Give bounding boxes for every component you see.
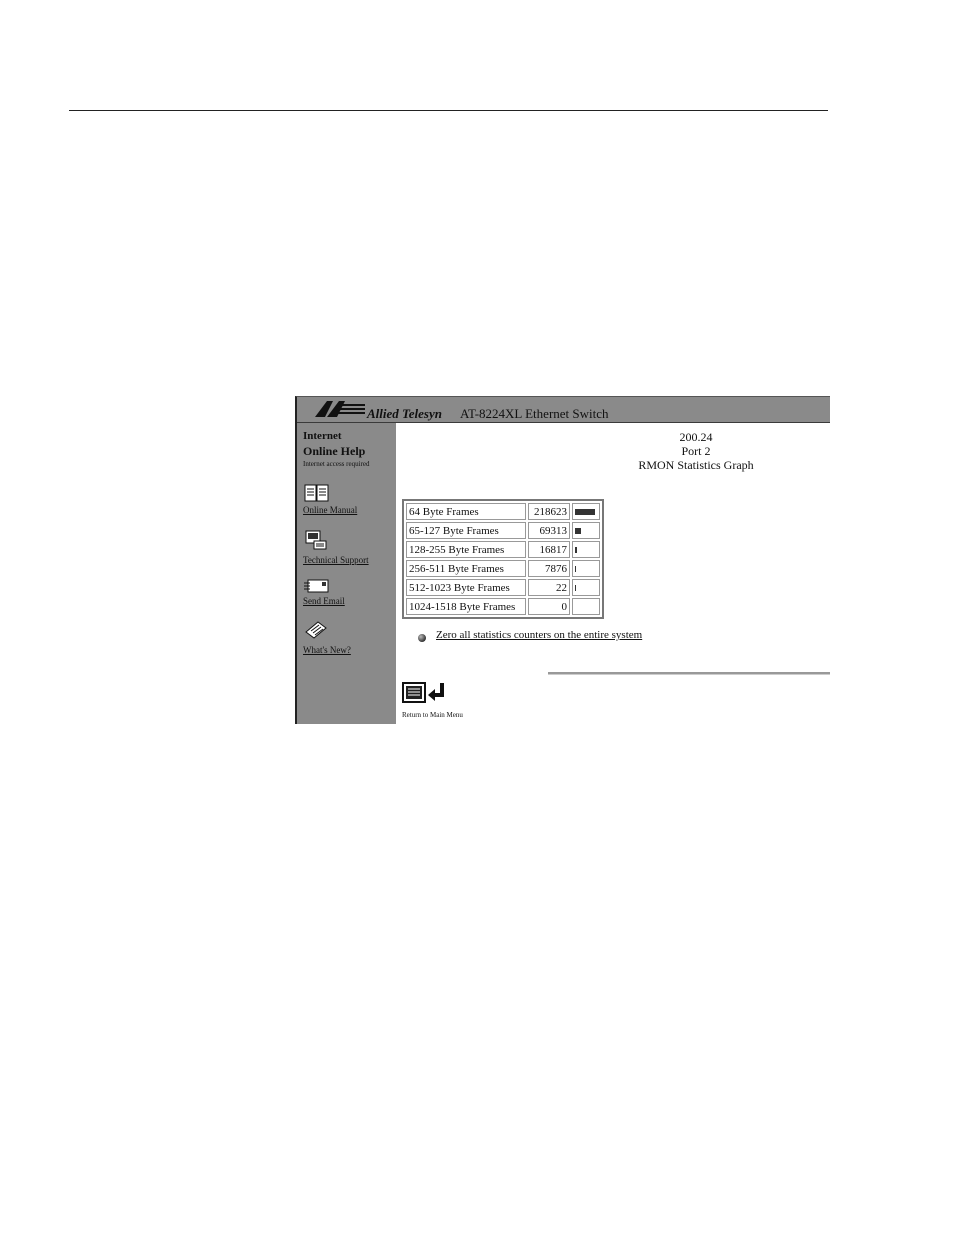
bar-cell bbox=[572, 560, 600, 577]
newspaper-icon[interactable] bbox=[304, 620, 328, 640]
stats-row: 64 Byte Frames 218623 bbox=[406, 503, 600, 520]
frame-count-value: 16817 bbox=[528, 541, 570, 558]
port-label: Port 2 bbox=[681, 444, 711, 458]
bar-cell bbox=[572, 541, 600, 558]
return-main-menu-icon[interactable] bbox=[402, 681, 448, 705]
sidebar-title-online-help: Online Help bbox=[303, 444, 366, 458]
sidebar-link-send-email[interactable]: Send Email bbox=[303, 596, 345, 606]
brand-name: Allied Telesyn bbox=[367, 406, 442, 421]
sidebar-link-online-manual[interactable]: Online Manual bbox=[303, 505, 357, 515]
product-name: AT-8224XL Ethernet Switch bbox=[460, 406, 609, 421]
frame-count-bar bbox=[575, 508, 595, 515]
switch-ip-address: 200.24 bbox=[679, 430, 713, 444]
envelope-icon[interactable] bbox=[304, 579, 330, 593]
bar-cell bbox=[572, 598, 600, 615]
phone-icon[interactable] bbox=[304, 529, 328, 551]
header-banner: Allied Telesyn AT-8224XL Ethernet Switch bbox=[297, 397, 830, 423]
frame-size-label: 64 Byte Frames bbox=[406, 503, 526, 520]
sidebar-link-whats-new[interactable]: What's New? bbox=[303, 645, 351, 655]
bar-cell bbox=[572, 522, 600, 539]
frame-count-value: 69313 bbox=[528, 522, 570, 539]
bullet-icon bbox=[418, 634, 426, 642]
stats-row: 512-1023 Byte Frames 22 bbox=[406, 579, 600, 596]
rmon-statistics-table: 64 Byte Frames 218623 65-127 Byte Frames 69… bbox=[402, 499, 604, 619]
frame-size-label: 512-1023 Byte Frames bbox=[406, 579, 526, 596]
stats-row: 1024-1518 Byte Frames 0 bbox=[406, 598, 600, 615]
stats-row: 128-255 Byte Frames 16817 bbox=[406, 541, 600, 558]
bar-cell bbox=[572, 503, 600, 520]
frame-count-value: 218623 bbox=[528, 503, 570, 520]
return-main-menu-label[interactable]: Return to Main Menu bbox=[402, 711, 463, 719]
bar-cell bbox=[572, 579, 600, 596]
horizontal-divider bbox=[548, 672, 830, 675]
frame-count-value: 7876 bbox=[528, 560, 570, 577]
frame-count-bar bbox=[575, 546, 577, 553]
zero-counters-link[interactable]: Zero all statistics counters on the enti… bbox=[436, 629, 642, 641]
frame-size-label: 256-511 Byte Frames bbox=[406, 560, 526, 577]
stats-row: 256-511 Byte Frames 7876 bbox=[406, 560, 600, 577]
page-top-rule bbox=[69, 110, 828, 111]
stats-row: 65-127 Byte Frames 69313 bbox=[406, 522, 600, 539]
page-title: RMON Statistics Graph bbox=[638, 458, 754, 472]
browser-screenshot: Allied Telesyn AT-8224XL Ethernet Switch… bbox=[295, 396, 830, 724]
main-content: 200.24 Port 2 RMON Statistics Graph 64 B… bbox=[396, 423, 830, 724]
frame-count-value: 0 bbox=[528, 598, 570, 615]
sidebar-access-note: Internet access required bbox=[303, 460, 370, 468]
allied-telesyn-logo-icon bbox=[315, 401, 365, 417]
frame-size-label: 65-127 Byte Frames bbox=[406, 522, 526, 539]
sidebar-link-technical-support[interactable]: Technical Support bbox=[303, 555, 369, 565]
help-sidebar: Internet Online Help Internet access req… bbox=[297, 423, 396, 724]
frame-size-label: 1024-1518 Byte Frames bbox=[406, 598, 526, 615]
frame-count-value: 22 bbox=[528, 579, 570, 596]
book-icon[interactable] bbox=[304, 483, 330, 503]
frame-count-bar bbox=[575, 527, 581, 534]
frame-count-bar bbox=[575, 584, 576, 591]
sidebar-title-internet: Internet bbox=[303, 430, 342, 442]
frame-count-bar bbox=[575, 565, 576, 572]
frame-size-label: 128-255 Byte Frames bbox=[406, 541, 526, 558]
